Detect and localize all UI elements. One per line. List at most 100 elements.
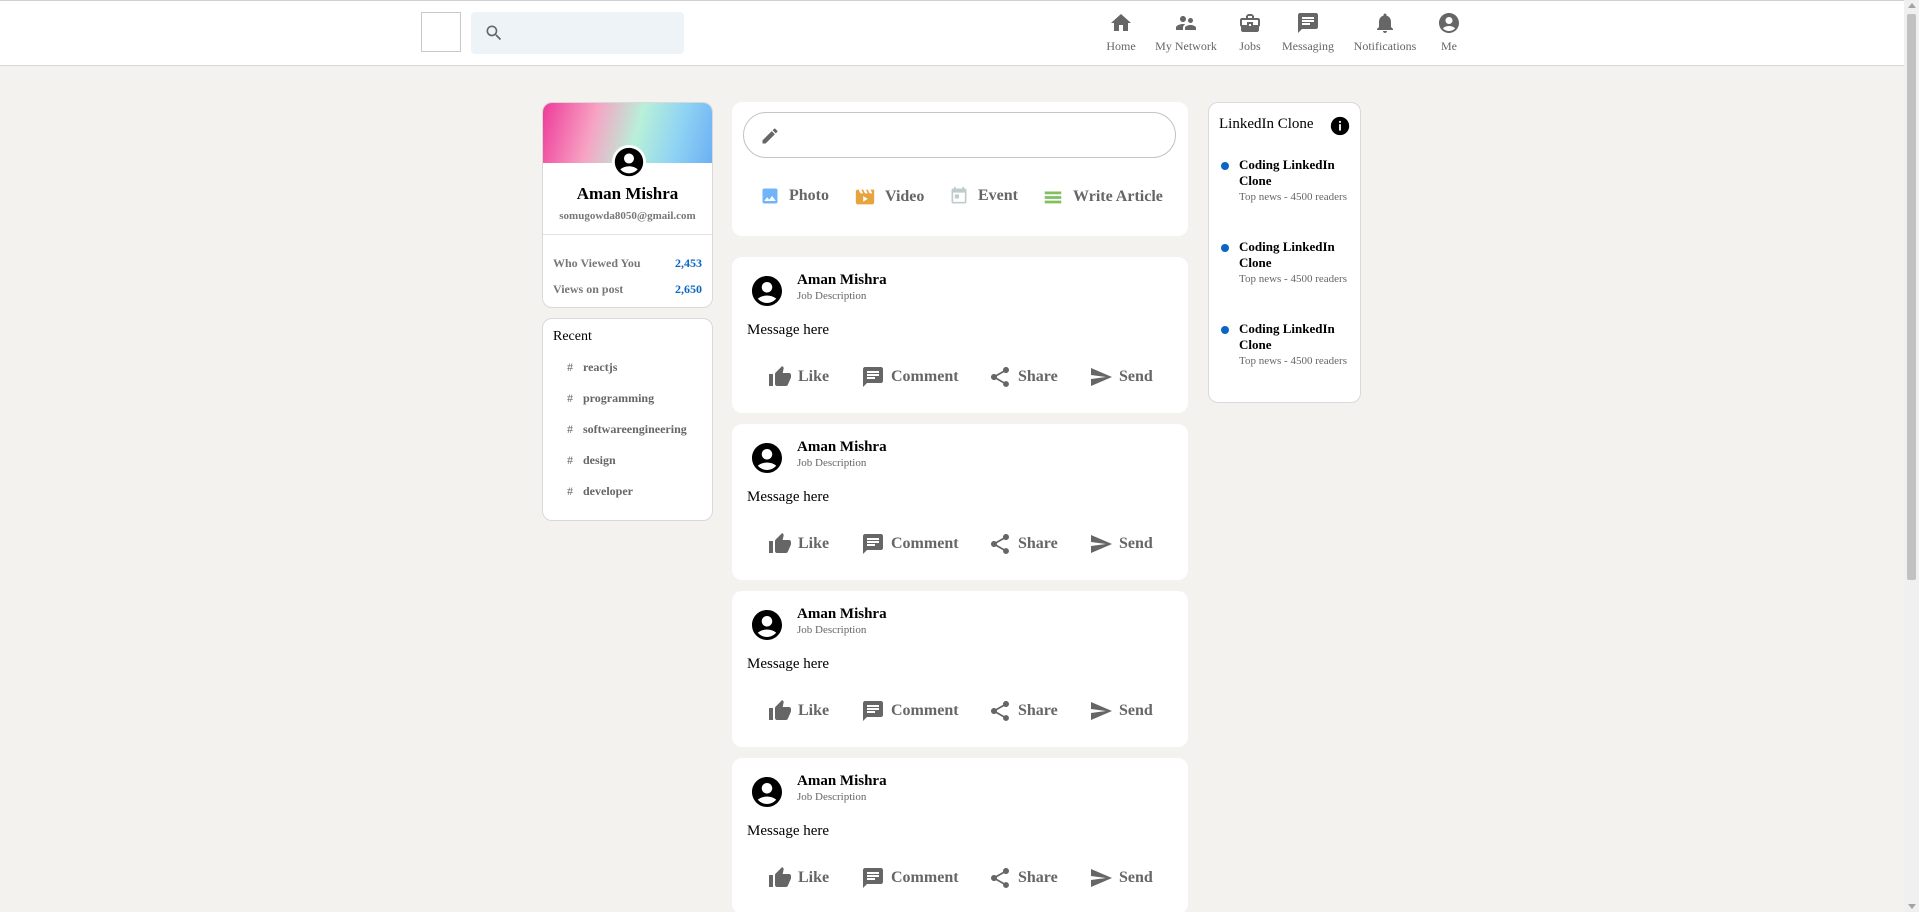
share-button[interactable]: Share [988,532,1058,556]
thumb-up-icon [769,700,791,720]
image-icon [762,188,778,204]
post-author-description: Job Description [797,624,867,636]
post-card: Aman Mishra Job Description Message here… [732,758,1188,912]
recent-item-label: reactjs [583,360,618,374]
send-icon [1091,535,1112,553]
recent-item[interactable]: # design [567,453,616,468]
nav-home[interactable]: Home [1102,11,1140,54]
info-icon[interactable] [1329,115,1351,142]
bullet-icon [1221,244,1229,252]
logo-image[interactable] [421,12,461,52]
post-author-description: Job Description [797,457,867,469]
send-icon [1091,702,1112,720]
news-heading: Coding LinkedIn Clone [1239,157,1335,188]
post-author[interactable]: Aman Mishra [797,439,887,456]
news-subtitle: Top news - 4500 readers [1239,273,1347,285]
comment-button[interactable]: Comment [861,699,959,723]
news-item[interactable]: Coding LinkedIn Clone Top news - 4500 re… [1219,157,1354,205]
send-button[interactable]: Send [1089,532,1153,556]
comment-button[interactable]: Comment [861,365,959,389]
action-label: Send [1119,869,1153,886]
action-label: Like [798,702,830,719]
news-item[interactable]: Coding LinkedIn Clone Top news - 4500 re… [1219,321,1354,369]
nav-notifications[interactable]: Notifications [1352,11,1418,54]
send-button[interactable]: Send [1089,866,1153,890]
share-button[interactable]: Share [988,699,1058,723]
action-label: Send [1119,368,1153,385]
nav-label: Messaging [1282,39,1334,53]
nav-me[interactable]: Me [1437,11,1461,54]
search-bar[interactable] [471,12,684,54]
comment-icon [863,701,883,721]
recent-item-label: softwareengineering [583,422,687,436]
action-label: Comment [891,368,959,385]
account-icon [752,443,782,473]
share-icon [991,868,1009,888]
post-message: Message here [747,489,830,505]
post-card: Aman Mishra Job Description Message here… [732,424,1188,580]
account-icon [752,777,782,807]
comment-button[interactable]: Comment [861,866,959,890]
write-article-option[interactable]: Write Article [1042,186,1163,208]
news-subtitle: Top news - 4500 readers [1239,355,1347,367]
stat-value: 2,453 [675,256,702,270]
like-button[interactable]: Like [768,699,829,723]
comment-button[interactable]: Comment [861,532,959,556]
news-item[interactable]: Coding LinkedIn Clone Top news - 4500 re… [1219,239,1354,287]
widget-title: LinkedIn Clone [1219,116,1314,132]
page-scrollbar[interactable] [1904,0,1919,912]
article-icon [1044,191,1062,204]
stat-who-viewed[interactable]: Who Viewed You 2,453 [553,256,702,271]
thumb-up-icon [769,366,791,386]
post-author[interactable]: Aman Mishra [797,773,887,790]
profile-card: Aman Mishra somugowda8050@gmail.com Who … [542,102,713,308]
scrollbar-thumb[interactable] [1907,14,1916,580]
share-button[interactable]: Share [988,866,1058,890]
event-option[interactable]: Event [949,186,1018,206]
action-label: Share [1018,368,1058,385]
scroll-up-icon[interactable] [1908,3,1916,8]
avatar[interactable] [749,273,785,314]
chat-icon [1298,13,1318,33]
comment-icon [863,534,883,554]
recent-item[interactable]: # softwareengineering [567,422,687,437]
post-input[interactable] [743,112,1176,158]
bullet-icon [1221,326,1229,334]
send-button[interactable]: Send [1089,699,1153,723]
recent-item-label: developer [583,484,633,498]
avatar[interactable] [749,607,785,648]
nav-my-network[interactable]: My Network [1155,11,1217,54]
send-button[interactable]: Send [1089,365,1153,389]
recent-item[interactable]: # reactjs [567,360,617,375]
bell-icon [1377,13,1393,33]
stat-views-on-post[interactable]: Views on post 2,650 [553,282,702,297]
photo-option[interactable]: Photo [760,186,829,206]
avatar[interactable] [749,774,785,815]
news-heading: Coding LinkedIn Clone [1239,239,1335,270]
avatar[interactable] [749,440,785,481]
hash-icon: # [567,453,573,467]
post-author[interactable]: Aman Mishra [797,272,887,289]
stat-label: Views on post [553,282,624,296]
bullet-icon [1221,162,1229,170]
send-icon [1091,869,1112,887]
recent-item[interactable]: # developer [567,484,633,499]
recent-item[interactable]: # programming [567,391,654,406]
like-button[interactable]: Like [768,866,829,890]
nav-messaging[interactable]: Messaging [1280,11,1336,54]
like-button[interactable]: Like [768,532,829,556]
nav-label: Jobs [1239,39,1261,53]
post-author[interactable]: Aman Mishra [797,606,887,623]
avatar[interactable] [612,145,646,184]
share-icon [991,367,1009,387]
news-subtitle: Top news - 4500 readers [1239,191,1347,203]
account-icon [1439,13,1459,33]
video-option[interactable]: Video [854,186,924,208]
thumb-up-icon [769,867,791,887]
scroll-down-icon[interactable] [1908,904,1916,909]
action-label: Send [1119,702,1153,719]
action-label: Comment [891,869,959,886]
like-button[interactable]: Like [768,365,829,389]
share-button[interactable]: Share [988,365,1058,389]
nav-jobs[interactable]: Jobs [1236,11,1264,54]
